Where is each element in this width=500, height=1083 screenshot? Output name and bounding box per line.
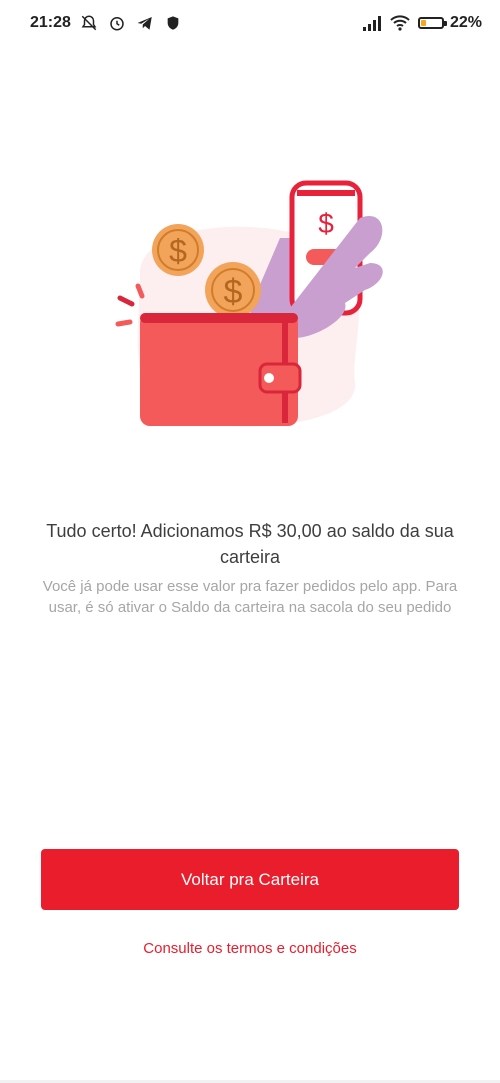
mute-alarm-icon [79,13,99,33]
signal-icon [362,13,382,33]
alarm-icon [107,13,127,33]
success-title: Tudo certo! Adicionamos R$ 30,00 ao sald… [46,521,454,567]
telegram-icon [135,13,155,33]
status-bar: 21:28 22% [0,0,500,46]
status-time: 21:28 [30,14,71,31]
battery-icon [417,17,447,29]
shield-icon [163,13,183,33]
success-description: Você já pode usar esse valor pra fazer p… [42,578,458,616]
wifi-icon [390,13,410,33]
svg-text:$: $ [318,208,334,239]
terms-link[interactable]: Consulte os termos e condições [40,940,460,957]
status-right: 22% [362,13,482,33]
wallet-illustration: $ $ $ [100,178,400,448]
back-to-wallet-button[interactable]: Voltar pra Carteira [41,849,459,910]
battery-percent: 22% [449,14,482,31]
battery-indicator: 22% [417,14,482,32]
status-left: 21:28 [30,13,183,33]
svg-text:$: $ [224,273,243,311]
svg-text:$: $ [169,233,187,269]
